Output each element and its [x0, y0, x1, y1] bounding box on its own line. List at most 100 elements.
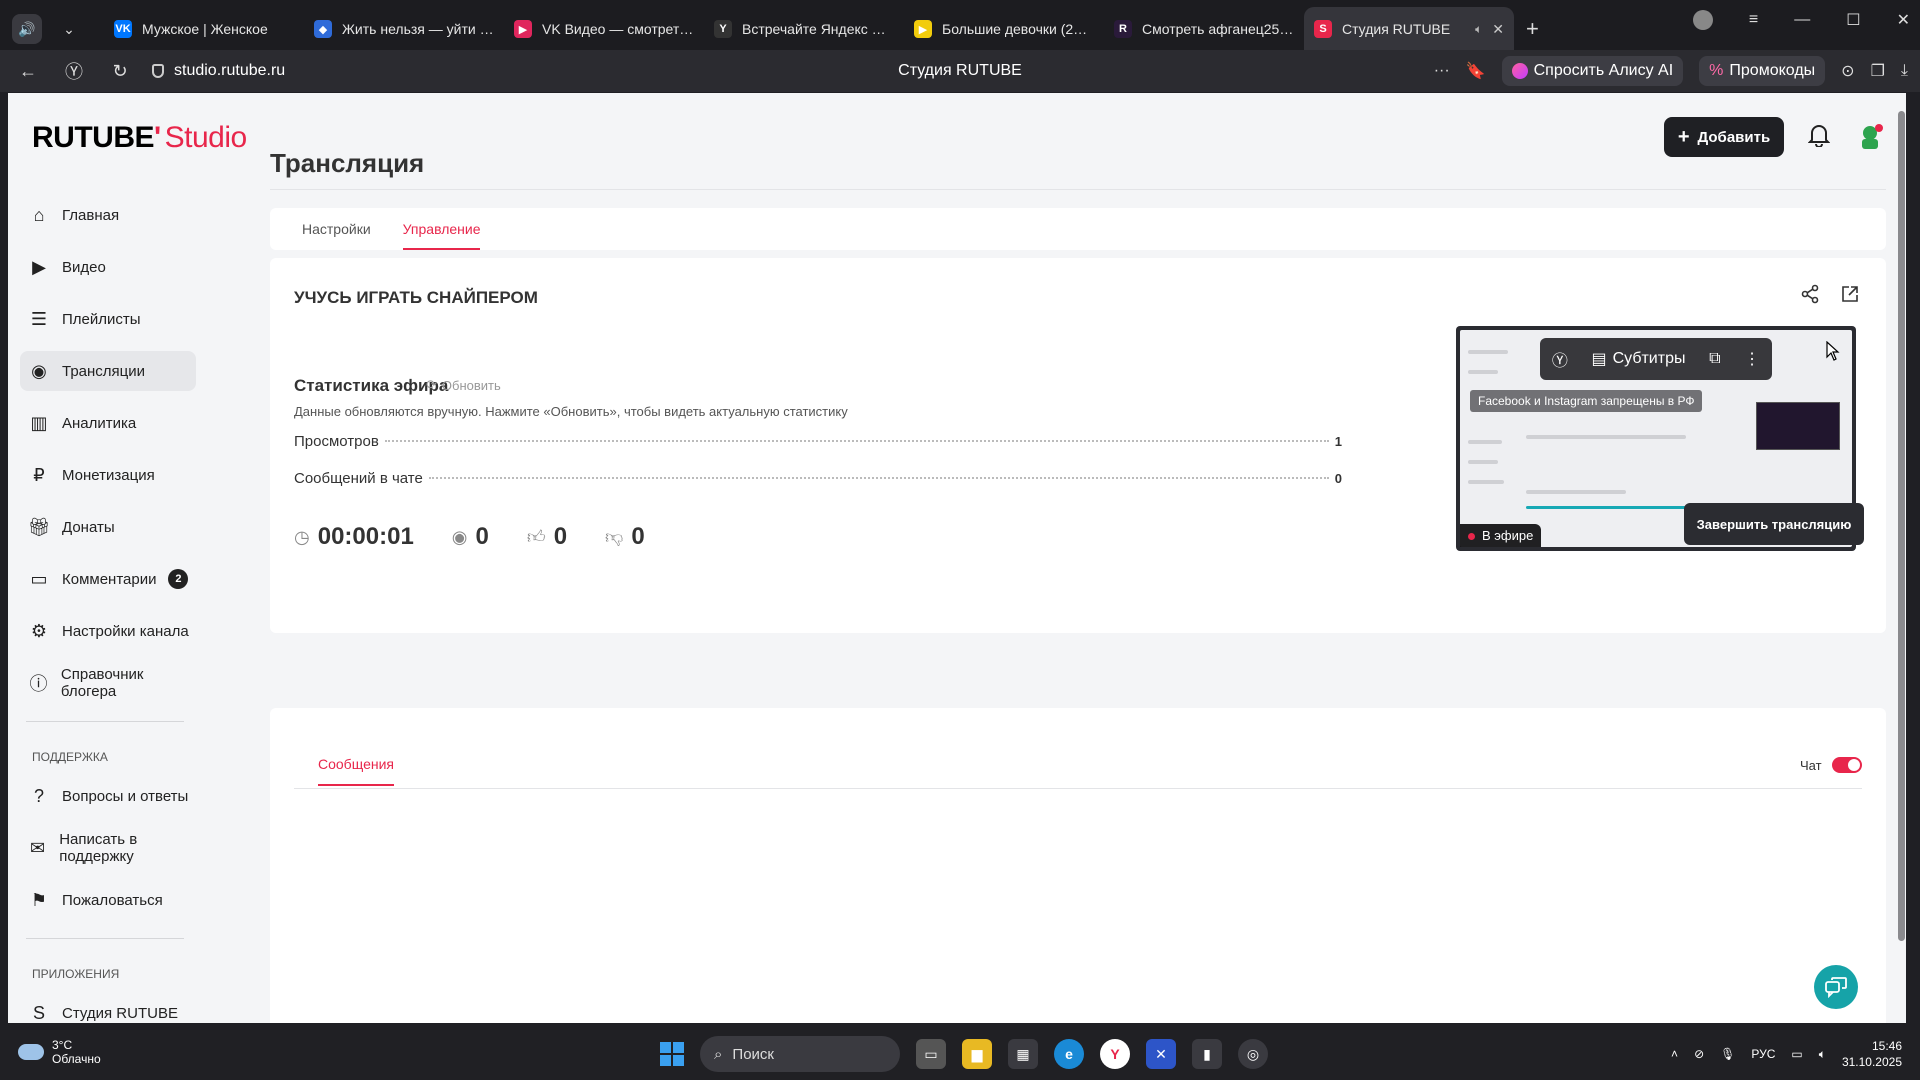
xbox-icon[interactable]: ✕ [1146, 1039, 1176, 1069]
sidebar-item[interactable]: ▥ Аналитика [20, 403, 196, 443]
url-field[interactable]: studio.rutube.ru [152, 62, 285, 80]
file-explorer-icon[interactable]: ▆ [962, 1039, 992, 1069]
sidebar-item[interactable]: 🎁︎ Донаты [20, 507, 196, 547]
menu-icon[interactable]: ≡ [1749, 11, 1758, 29]
stat-views-row: Просмотров 1 [294, 433, 1342, 450]
taskbar-search[interactable]: ⌕ Поиск [700, 1036, 900, 1072]
scrollbar-thumb[interactable] [1898, 111, 1905, 941]
support-chat-button[interactable] [1814, 965, 1858, 1009]
preview-mini-video [1756, 402, 1840, 450]
obs-icon[interactable]: ◎ [1238, 1039, 1268, 1069]
sidebar-item[interactable]: ? Вопросы и ответы [20, 776, 196, 816]
sidebar-item-label: Настройки канала [62, 622, 189, 640]
chat-toggle[interactable] [1832, 757, 1862, 773]
profile-icon[interactable] [1692, 10, 1713, 30]
browser-tab[interactable]: ▶ VK Видео — смотреть он [504, 7, 704, 51]
subtitles-button[interactable]: ▤ Субтитры [1591, 349, 1685, 369]
subtitles-label: Субтитры [1612, 350, 1686, 367]
alice-button[interactable]: Спросить Алису AI [1501, 56, 1684, 86]
sidebar-item[interactable]: ⚙ Настройки канала [20, 611, 196, 651]
bell-icon[interactable] [1807, 123, 1831, 153]
more-icon[interactable]: ··· [1434, 62, 1450, 80]
sidebar-item[interactable]: ⚑ Пожаловаться [20, 880, 196, 920]
back-icon[interactable]: ← [10, 61, 46, 82]
store-icon[interactable]: ▦ [1008, 1039, 1038, 1069]
stat-leader [428, 477, 1329, 479]
sidebar-item-guide[interactable]: ⓘ Справочник блогера [20, 663, 196, 703]
sidebar-item[interactable]: ▭ Комментарии 2 [20, 559, 196, 599]
tab-messages[interactable]: Сообщения [318, 756, 394, 786]
windows-start-icon[interactable] [660, 1042, 684, 1066]
browser-tab[interactable]: VK Мужское | Женское [104, 7, 304, 51]
tab-settings[interactable]: Настройки [302, 208, 371, 250]
mute-icon[interactable]: 🔈︎ [1475, 22, 1482, 37]
end-stream-button[interactable]: Завершить трансляцию [1684, 503, 1864, 545]
yandex-icon[interactable]: Ⓨ [1552, 347, 1568, 371]
browser-tab[interactable]: R Смотреть афганец252 на [1104, 7, 1304, 51]
display-icon[interactable]: ▭ [1791, 1047, 1802, 1061]
tab-favicon-icon: ◆ [314, 20, 332, 38]
logo-main: RUTUBE [32, 121, 155, 154]
chevron-down-icon[interactable]: ⌄ [54, 14, 84, 44]
minimize-icon[interactable]: — [1794, 11, 1810, 29]
clock[interactable]: 15:46 31.10.2025 [1842, 1038, 1902, 1070]
chat-divider [294, 788, 1862, 789]
weather-text: Облачно [52, 1052, 101, 1066]
refresh-button[interactable]: ⟳ Обновить [426, 377, 501, 393]
promo-button[interactable]: % Промокоды [1699, 56, 1826, 86]
close-window-icon[interactable]: ✕ [1897, 10, 1910, 30]
browser-tab[interactable]: ◆ Жить нельзя — уйти нек [304, 7, 504, 51]
download-icon[interactable]: ⤓ [1901, 62, 1908, 80]
maximize-icon[interactable]: ☐ [1846, 10, 1860, 30]
volume-icon[interactable]: 🔈︎ [1819, 1047, 1826, 1062]
sidebar-item-label: Главная [62, 206, 120, 224]
reload-icon[interactable]: ↻ [102, 61, 138, 82]
stats-app-icon[interactable]: ▮ [1192, 1039, 1222, 1069]
network-off-icon[interactable]: ⊘ [1694, 1047, 1704, 1061]
analytics-icon: ▥ [30, 412, 48, 433]
sidebar-item[interactable]: S Студия RUTUBE [20, 993, 196, 1023]
language-indicator[interactable]: РУС [1751, 1047, 1775, 1061]
alice-icon [1511, 63, 1528, 79]
tab-title: Большие девочки (2024, [942, 21, 1094, 37]
sidebar-item[interactable]: ⌂ Главная [20, 195, 196, 235]
browser-tab[interactable]: Y Встречайте Яндекс Брау [704, 7, 904, 51]
sidebar-item[interactable]: ✉ Написать в поддержку [20, 828, 196, 868]
info-icon: ⓘ [29, 674, 48, 694]
external-link-icon[interactable] [1840, 284, 1860, 309]
sidebar-item[interactable]: ▶ Видео [20, 247, 196, 287]
yandex-browser-icon[interactable]: Y [1100, 1039, 1130, 1069]
sidebar-item[interactable]: ☰ Плейлисты [20, 299, 196, 339]
mic-icon[interactable]: 🎙︎ [1720, 1047, 1735, 1061]
sidebar-item-label: Написать в поддержку [59, 831, 138, 865]
window-controls: ≡ — ☐ ✕ [1692, 10, 1910, 30]
more-vertical-icon[interactable]: ⋮ [1744, 349, 1760, 369]
media-icon[interactable]: ⊙ [1841, 61, 1854, 81]
browser-tab[interactable]: ▶ Большие девочки (2024, [904, 7, 1104, 51]
page-scrollbar[interactable] [1896, 93, 1906, 1023]
new-tab-button[interactable]: + [1526, 16, 1539, 42]
add-button[interactable]: + Добавить [1664, 117, 1784, 157]
weather-widget[interactable]: 3°C Облачно [18, 1038, 101, 1066]
chevron-up-icon[interactable]: ˄ [1671, 1047, 1678, 1061]
timer-counter: ◷ 00:00:01 [294, 523, 414, 551]
task-view-icon[interactable]: ▭ [916, 1039, 946, 1069]
tab-management[interactable]: Управление [402, 208, 480, 250]
yandex-icon[interactable]: Ⓨ [56, 58, 92, 84]
thumbs-up-icon: 👍︎ [526, 527, 546, 547]
comments-badge: 2 [168, 569, 189, 589]
share-icon[interactable] [1800, 284, 1820, 309]
collections-icon[interactable]: ❐ [1871, 61, 1885, 81]
avatar[interactable] [1856, 123, 1884, 151]
refresh-label: Обновить [441, 377, 501, 393]
sidebar-item[interactable]: ◉ Трансляции [20, 351, 196, 391]
rutube-studio-logo[interactable]: RUTUBE' Studio [32, 121, 247, 155]
sound-icon[interactable]: 🔊 [12, 14, 42, 44]
sidebar-item-label: Плейлисты [62, 310, 141, 328]
bookmark-icon[interactable]: 🔖 [1466, 61, 1486, 81]
close-tab-icon[interactable]: ✕ [1492, 21, 1504, 38]
pip-icon[interactable]: ⧉ [1709, 350, 1720, 368]
sidebar-item[interactable]: ₽ Монетизация [20, 455, 196, 495]
edge-icon[interactable]: e [1054, 1039, 1084, 1069]
browser-tab[interactable]: S Студия RUTUBE 🔈︎ ✕ [1304, 7, 1514, 51]
